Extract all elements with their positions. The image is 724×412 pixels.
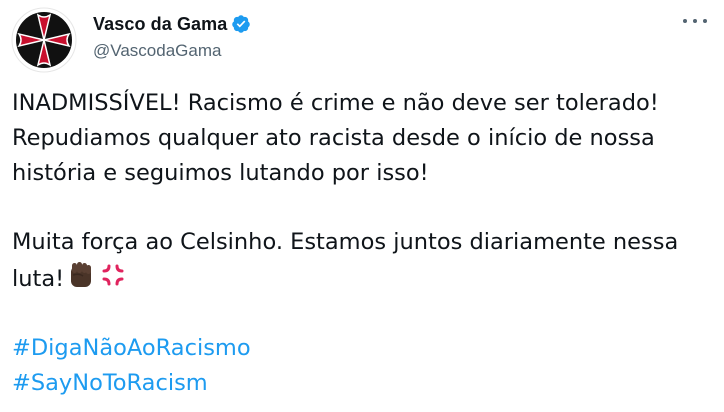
- anger-symbol-icon: [98, 260, 128, 290]
- verified-badge-icon: [231, 14, 251, 34]
- author-name-row[interactable]: Vasco da Gama: [93, 13, 251, 35]
- tweet-paragraph: Muita força ao Celsinho. Estamos juntos …: [12, 225, 712, 297]
- author-handle[interactable]: @VascodaGama: [93, 41, 221, 61]
- tweet-text: INADMISSÍVEL! Racismo é crime e não deve…: [12, 86, 712, 401]
- vasco-cross-crest-icon: [11, 7, 77, 73]
- tweet-paragraph: INADMISSÍVEL! Racismo é crime e não deve…: [12, 90, 659, 186]
- dot-icon: [693, 19, 697, 23]
- avatar[interactable]: [11, 7, 77, 73]
- tweet-card: Vasco da Gama @VascodaGama INADMISSÍVEL!…: [0, 0, 724, 412]
- hashtag-link[interactable]: #DigaNãoAoRacismo: [12, 331, 712, 366]
- more-options-icon[interactable]: [683, 14, 707, 28]
- dot-icon: [703, 19, 707, 23]
- raised-fist-dark-skin-tone-icon: [66, 260, 96, 290]
- dot-icon: [683, 19, 687, 23]
- display-name[interactable]: Vasco da Gama: [93, 14, 227, 35]
- hashtag-link[interactable]: #SayNoToRacism: [12, 366, 712, 401]
